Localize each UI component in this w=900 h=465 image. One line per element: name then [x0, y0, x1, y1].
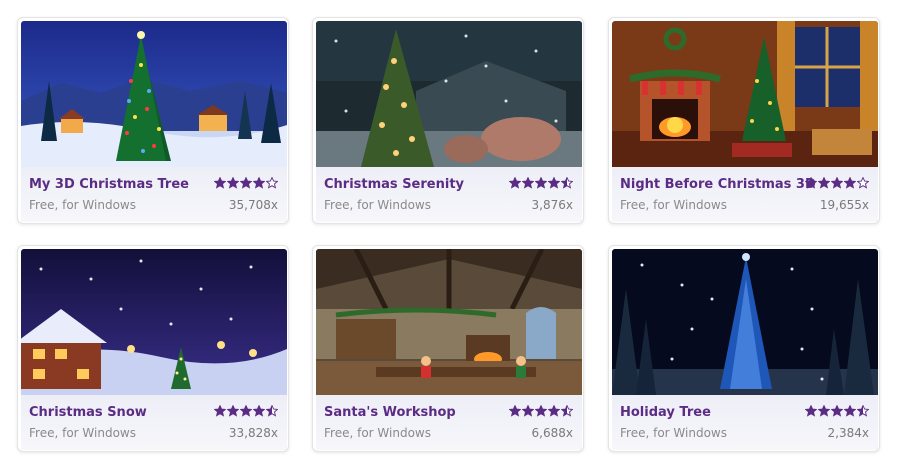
star-rating — [509, 177, 573, 189]
app-card-night-before-christmas-3d[interactable]: Night Before Christmas 3D Free, for Wind… — [608, 17, 880, 224]
star-full-icon — [844, 177, 856, 189]
star-half-icon — [857, 405, 869, 417]
app-card-holiday-tree[interactable]: Holiday Tree Free, for Windows 2,384x — [608, 245, 880, 452]
thumbnail-image[interactable] — [21, 249, 287, 395]
thumbnail-image[interactable] — [21, 21, 287, 167]
star-full-icon — [805, 177, 817, 189]
license-text: Free, for Windows — [324, 198, 431, 212]
download-count: 33,828x — [228, 426, 278, 440]
star-full-icon — [548, 177, 560, 189]
card-info: Santa's Workshop Free, for Windows 6,688… — [316, 395, 582, 450]
license-text: Free, for Windows — [324, 426, 431, 440]
app-title[interactable]: Christmas Snow — [29, 405, 147, 420]
card-info: Christmas Snow Free, for Windows 33,828x — [21, 395, 287, 450]
star-full-icon — [831, 177, 843, 189]
license-text: Free, for Windows — [29, 198, 136, 212]
star-full-icon — [240, 177, 252, 189]
star-full-icon — [214, 405, 226, 417]
card-info: Night Before Christmas 3D Free, for Wind… — [612, 167, 878, 222]
license-text: Free, for Windows — [620, 198, 727, 212]
star-half-icon — [561, 405, 573, 417]
star-full-icon — [522, 177, 534, 189]
thumbnail-image[interactable] — [316, 21, 582, 167]
app-title[interactable]: Night Before Christmas 3D — [620, 177, 816, 192]
star-empty-icon — [266, 177, 278, 189]
app-card-my-3d-christmas-tree[interactable]: My 3D Christmas Tree Free, for Windows 3… — [17, 17, 289, 224]
download-count: 6,688x — [531, 426, 573, 440]
star-full-icon — [227, 405, 239, 417]
star-half-icon — [266, 405, 278, 417]
download-count: 19,655x — [819, 198, 869, 212]
star-full-icon — [535, 405, 547, 417]
star-full-icon — [818, 177, 830, 189]
card-info: My 3D Christmas Tree Free, for Windows 3… — [21, 167, 287, 222]
app-title[interactable]: Christmas Serenity — [324, 177, 464, 192]
thumbnail-image[interactable] — [612, 249, 878, 395]
star-full-icon — [805, 405, 817, 417]
thumbnail-image[interactable] — [612, 21, 878, 167]
app-title[interactable]: Santa's Workshop — [324, 405, 456, 420]
star-half-icon — [561, 177, 573, 189]
star-full-icon — [522, 405, 534, 417]
star-full-icon — [509, 177, 521, 189]
star-rating — [214, 405, 278, 417]
download-count: 2,384x — [827, 426, 869, 440]
download-count: 35,708x — [228, 198, 278, 212]
star-full-icon — [253, 405, 265, 417]
app-card-santas-workshop[interactable]: Santa's Workshop Free, for Windows 6,688… — [312, 245, 584, 452]
star-full-icon — [548, 405, 560, 417]
star-full-icon — [509, 405, 521, 417]
star-empty-icon — [857, 177, 869, 189]
star-full-icon — [214, 177, 226, 189]
star-full-icon — [240, 405, 252, 417]
license-text: Free, for Windows — [29, 426, 136, 440]
app-card-christmas-serenity[interactable]: Christmas Serenity Free, for Windows 3,8… — [312, 17, 584, 224]
download-count: 3,876x — [531, 198, 573, 212]
star-rating — [805, 405, 869, 417]
star-rating — [509, 405, 573, 417]
card-info: Christmas Serenity Free, for Windows 3,8… — [316, 167, 582, 222]
star-full-icon — [844, 405, 856, 417]
app-title[interactable]: Holiday Tree — [620, 405, 711, 420]
license-text: Free, for Windows — [620, 426, 727, 440]
thumbnail-image[interactable] — [316, 249, 582, 395]
app-title[interactable]: My 3D Christmas Tree — [29, 177, 189, 192]
star-full-icon — [818, 405, 830, 417]
star-rating — [805, 177, 869, 189]
star-full-icon — [253, 177, 265, 189]
star-full-icon — [831, 405, 843, 417]
star-full-icon — [535, 177, 547, 189]
app-card-christmas-snow[interactable]: Christmas Snow Free, for Windows 33,828x — [17, 245, 289, 452]
star-rating — [214, 177, 278, 189]
star-full-icon — [227, 177, 239, 189]
card-info: Holiday Tree Free, for Windows 2,384x — [612, 395, 878, 450]
